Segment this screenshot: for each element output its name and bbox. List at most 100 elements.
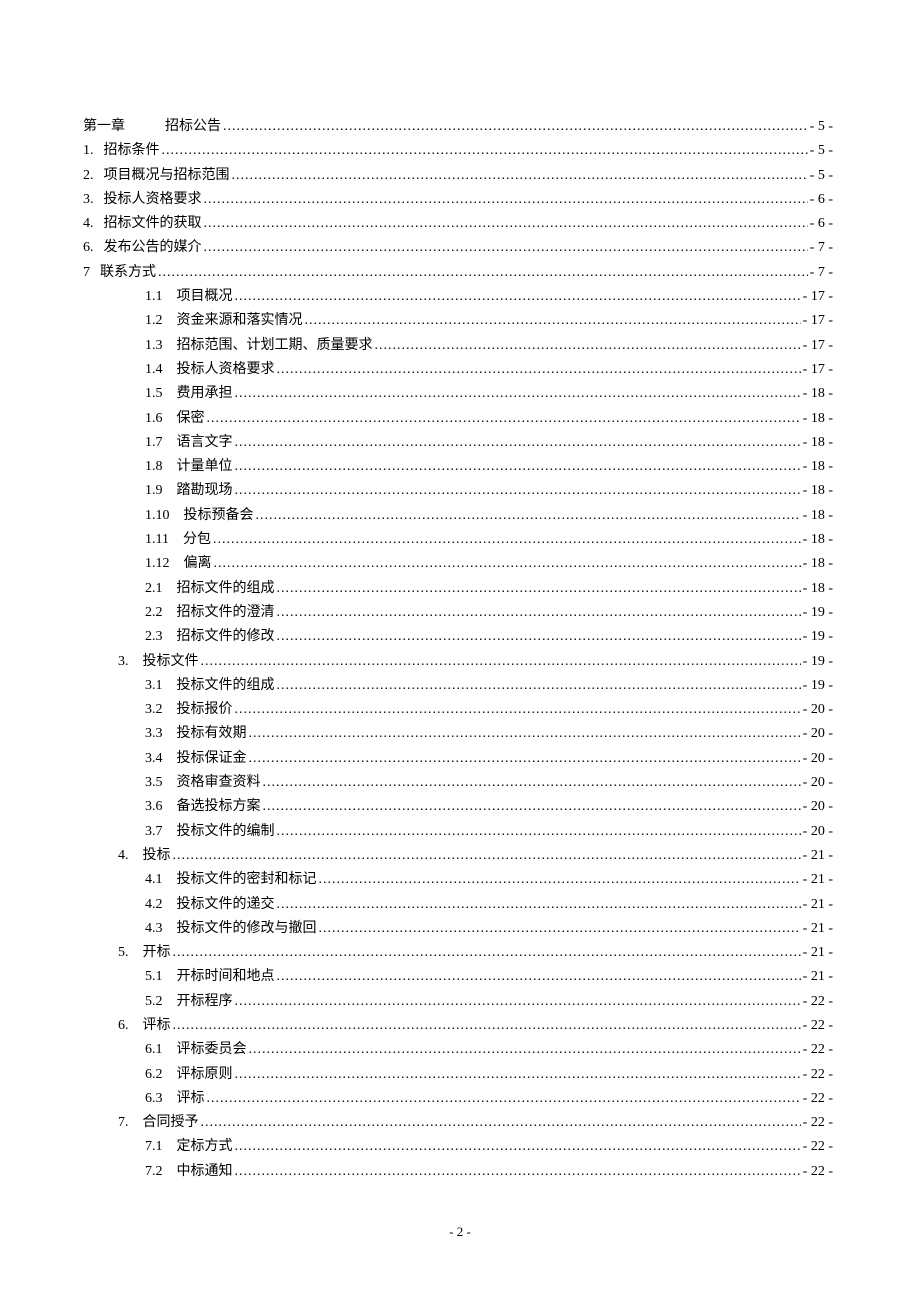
toc-entry: 6.2评标原则- 22 -	[83, 1063, 833, 1087]
toc-title: 定标方式	[177, 1135, 233, 1159]
toc-label: 4.1	[145, 868, 163, 892]
toc-title: 开标时间和地点	[177, 965, 275, 989]
toc-leader-dots	[204, 212, 808, 236]
toc-label: 1.6	[145, 407, 163, 431]
toc-entry: 3.1 投标文件的组成 - 19 -	[83, 674, 833, 698]
toc-label: 1.9	[145, 479, 163, 503]
toc-entry: 5.开标- 21 -	[83, 941, 833, 965]
toc-entry: 6.发布公告的媒介- 7 -	[83, 236, 833, 260]
toc-entry: 4.3投标文件的修改与撤回- 21 -	[83, 917, 833, 941]
toc-label: 6.2	[145, 1063, 163, 1087]
toc-label: 4.	[83, 212, 94, 236]
toc-title: 招标文件的澄清	[177, 601, 275, 625]
toc-title: 资格审查资料	[177, 771, 261, 795]
toc-title: 投标文件的密封和标记	[177, 868, 317, 892]
toc-leader-dots	[256, 504, 801, 528]
toc-page-number: - 5 -	[810, 115, 833, 139]
toc-page-number: - 22 -	[803, 1135, 833, 1159]
toc-page-number: - 19 -	[803, 674, 833, 698]
toc-page-number: - 18 -	[803, 528, 833, 552]
toc-leader-dots	[235, 431, 801, 455]
toc-leader-dots	[277, 601, 801, 625]
toc-entry: 1.8计量单位- 18 -	[83, 455, 833, 479]
toc-label: 6.1	[145, 1038, 163, 1062]
toc-page-number: - 20 -	[803, 795, 833, 819]
toc-label: 2.3	[145, 625, 163, 649]
toc-title: 投标有效期	[177, 722, 247, 746]
toc-container: 第一章招标公告- 5 -1.招标条件- 5 -2.项目概况与招标范围- 5 -3…	[0, 0, 920, 1184]
toc-leader-dots	[201, 1111, 801, 1135]
toc-page-number: - 18 -	[803, 455, 833, 479]
toc-page-number: - 20 -	[803, 771, 833, 795]
toc-entry: 2.2招标文件的澄清- 19 -	[83, 601, 833, 625]
toc-label: 1.	[83, 139, 94, 163]
toc-label: 1.1	[145, 285, 163, 309]
page-footer: - 2 -	[0, 1224, 920, 1240]
toc-page-number: - 18 -	[803, 479, 833, 503]
toc-entry: 1.4投标人资格要求- 17 -	[83, 358, 833, 382]
toc-label: 3.1	[145, 674, 163, 698]
toc-leader-dots	[277, 358, 801, 382]
toc-leader-dots	[277, 820, 801, 844]
toc-page-number: - 7 -	[810, 261, 833, 285]
toc-leader-dots	[319, 917, 801, 941]
toc-page-number: - 17 -	[803, 285, 833, 309]
toc-page-number: - 6 -	[810, 212, 833, 236]
toc-entry: 5.1开标时间和地点- 21 -	[83, 965, 833, 989]
toc-title: 资金来源和落实情况	[177, 309, 303, 333]
toc-label: 1.2	[145, 309, 163, 333]
toc-leader-dots	[249, 722, 801, 746]
toc-title: 踏勘现场	[177, 479, 233, 503]
toc-entry: 7.合同授予- 22 -	[83, 1111, 833, 1135]
toc-label: 3.	[118, 650, 129, 674]
toc-leader-dots	[263, 795, 801, 819]
toc-title: 项目概况	[177, 285, 233, 309]
toc-page-number: - 18 -	[803, 407, 833, 431]
toc-page-number: - 6 -	[810, 188, 833, 212]
toc-page-number: - 19 -	[803, 601, 833, 625]
toc-title: 招标文件的修改	[177, 625, 275, 649]
toc-leader-dots	[204, 236, 808, 260]
toc-title: 投标人资格要求	[177, 358, 275, 382]
toc-leader-dots	[263, 771, 801, 795]
toc-title: 合同授予	[143, 1111, 199, 1135]
toc-entry: 3.6备选投标方案- 20 -	[83, 795, 833, 819]
toc-title: 评标委员会	[177, 1038, 247, 1062]
toc-label: 2.1	[145, 577, 163, 601]
toc-title: 投标文件的组成	[177, 674, 275, 698]
toc-leader-dots	[277, 965, 801, 989]
toc-title: 投标	[143, 844, 171, 868]
toc-leader-dots	[235, 1160, 801, 1184]
toc-label: 7	[83, 261, 90, 285]
toc-title: 投标预备会	[184, 504, 254, 528]
toc-page-number: - 18 -	[803, 382, 833, 406]
toc-title: 费用承担	[177, 382, 233, 406]
toc-label: 5.	[118, 941, 129, 965]
toc-page-number: - 7 -	[810, 236, 833, 260]
toc-page-number: - 20 -	[803, 820, 833, 844]
toc-title: 评标原则	[177, 1063, 233, 1087]
toc-entry: 1.6保密- 18 -	[83, 407, 833, 431]
toc-entry: 1.2资金来源和落实情况- 17 -	[83, 309, 833, 333]
toc-label: 第一章	[83, 115, 125, 139]
toc-label: 3.5	[145, 771, 163, 795]
toc-title: 招标范围、计划工期、质量要求	[177, 334, 373, 358]
toc-title: 投标文件的递交	[177, 893, 275, 917]
toc-title: 投标报价	[177, 698, 233, 722]
toc-entry: 2.项目概况与招标范围- 5 -	[83, 164, 833, 188]
toc-page-number: - 22 -	[803, 990, 833, 1014]
toc-label: 1.7	[145, 431, 163, 455]
toc-leader-dots	[305, 309, 801, 333]
toc-entry: 3.3投标有效期- 20 -	[83, 722, 833, 746]
toc-leader-dots	[319, 868, 801, 892]
toc-leader-dots	[277, 893, 801, 917]
toc-entry: 1.11分包- 18 -	[83, 528, 833, 552]
toc-label: 1.10	[145, 504, 170, 528]
toc-page-number: - 20 -	[803, 747, 833, 771]
toc-entry: 1.招标条件- 5 -	[83, 139, 833, 163]
toc-entry: 4.1投标文件的密封和标记- 21 -	[83, 868, 833, 892]
toc-leader-dots	[235, 285, 801, 309]
toc-leader-dots	[235, 479, 801, 503]
toc-page-number: - 22 -	[803, 1087, 833, 1111]
toc-label: 7.1	[145, 1135, 163, 1159]
